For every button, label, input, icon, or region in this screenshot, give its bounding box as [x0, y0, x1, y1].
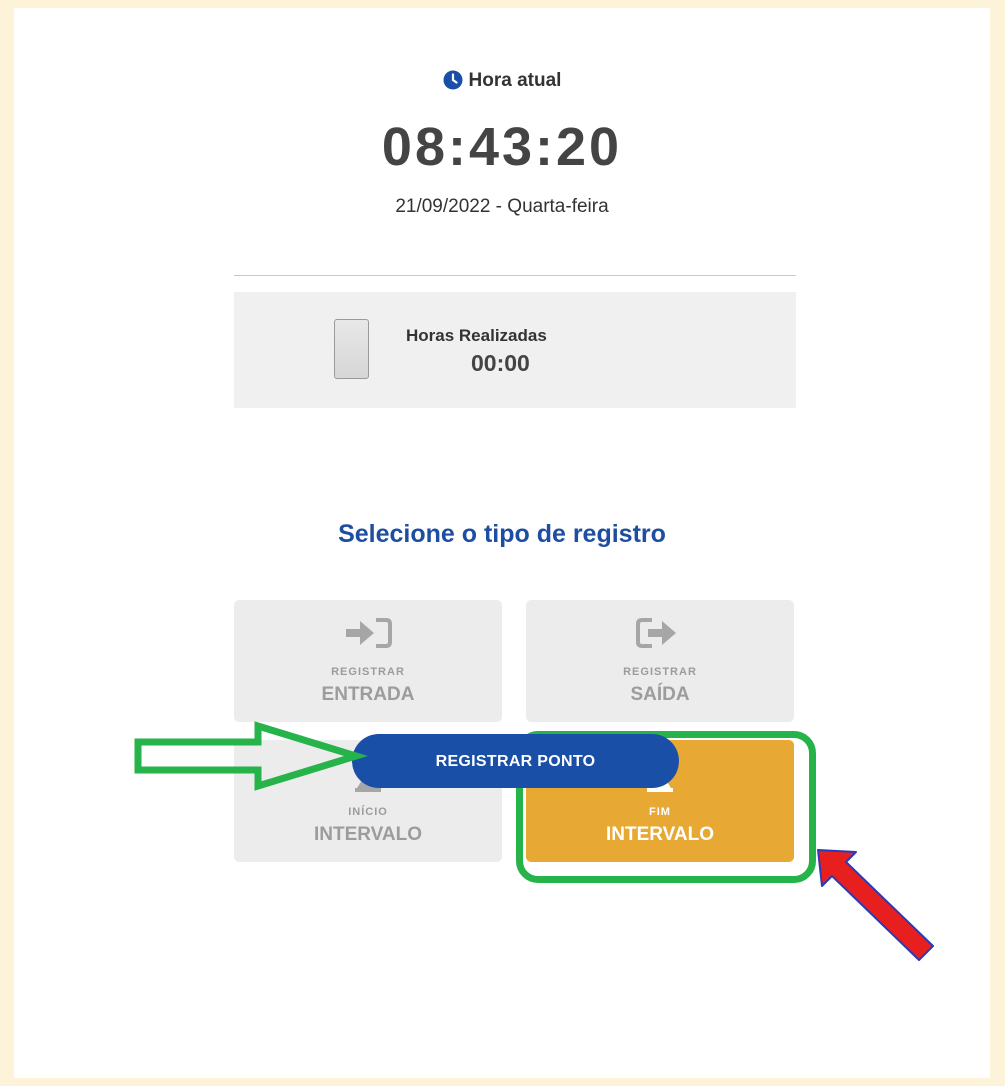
hours-worked-card: Horas Realizadas 00:00: [234, 292, 796, 408]
current-time-label: Hora atual: [468, 70, 562, 91]
tile-big-label: ENTRADA: [321, 684, 415, 705]
sign-out-icon: [526, 614, 794, 652]
green-arrow-annotation: [134, 721, 368, 791]
hours-worked-value: 00:00: [471, 350, 530, 376]
register-punch-button[interactable]: REGISTRAR PONTO: [352, 734, 679, 788]
register-entry-button[interactable]: REGISTRAR ENTRADA: [234, 600, 502, 722]
tile-big-label: INTERVALO: [313, 824, 423, 845]
clock-icon: [443, 70, 463, 96]
select-type-heading: Selecione o tipo de registro: [338, 520, 666, 548]
current-date: 21/09/2022 - Quarta-feira: [395, 196, 609, 217]
tile-small-label: INÍCIO: [348, 806, 388, 818]
sign-in-icon: [234, 614, 502, 652]
tile-small-label: REGISTRAR: [331, 666, 405, 678]
tile-small-label: REGISTRAR: [623, 666, 697, 678]
divider: [234, 275, 796, 276]
hours-worked-label: Horas Realizadas: [406, 326, 547, 345]
red-arrow-annotation: [817, 849, 934, 961]
register-exit-button[interactable]: REGISTRAR SAÍDA: [526, 600, 794, 722]
current-time-header: Hora atual: [14, 70, 990, 96]
phone-icon: [334, 319, 369, 379]
current-time: 08:43:20: [381, 117, 623, 177]
tile-big-label: SAÍDA: [630, 684, 690, 705]
